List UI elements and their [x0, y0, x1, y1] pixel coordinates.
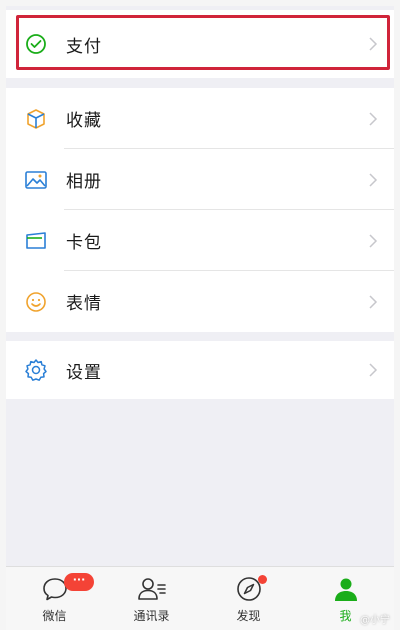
unread-badge: ··· — [64, 573, 94, 591]
card-wallet-icon — [24, 229, 48, 253]
bottom-tab-bar: ··· 微信 通讯录 发现 我 @小宁 — [6, 566, 394, 630]
contacts-icon — [137, 574, 167, 604]
menu-item-label: 表情 — [66, 294, 102, 314]
menu-item-album[interactable]: 相册 — [6, 149, 394, 210]
menu-item-stickers[interactable]: 表情 — [6, 271, 394, 332]
menu-item-label: 收藏 — [66, 111, 102, 131]
gear-icon — [24, 358, 48, 382]
tab-discover[interactable]: 发现 — [200, 567, 297, 630]
features-group: 收藏 相册 卡包 表情 — [6, 88, 394, 332]
chevron-right-icon — [369, 172, 378, 187]
person-icon — [331, 574, 361, 604]
menu-item-label: 相册 — [66, 172, 102, 192]
tab-label: 发现 — [236, 609, 261, 623]
tab-label: 通讯录 — [133, 609, 170, 623]
menu-item-label: 卡包 — [66, 233, 102, 253]
menu-item-favorites[interactable]: 收藏 — [6, 88, 394, 149]
picture-icon — [24, 168, 48, 192]
smiley-icon — [24, 290, 48, 314]
chevron-right-icon — [369, 363, 378, 377]
highlight-box — [16, 15, 390, 70]
chevron-right-icon — [369, 111, 378, 126]
menu-item-label: 设置 — [66, 362, 102, 383]
tab-chats[interactable]: ··· 微信 — [6, 567, 103, 630]
watermark: @小宁 — [360, 615, 390, 626]
tab-label: 我 — [339, 609, 352, 623]
tab-label: 微信 — [42, 609, 67, 623]
tab-contacts[interactable]: 通讯录 — [103, 567, 200, 630]
notification-dot — [258, 575, 267, 584]
me-screen: 支付 收藏 相册 卡包 表情 设置 ··· 微信 通讯录 发现 我 @小宁 — [6, 6, 394, 630]
chevron-right-icon — [369, 294, 378, 309]
cube-icon — [24, 107, 48, 131]
settings-group: 设置 — [6, 341, 394, 399]
chevron-right-icon — [369, 233, 378, 248]
menu-item-settings[interactable]: 设置 — [6, 341, 394, 399]
menu-item-cards[interactable]: 卡包 — [6, 210, 394, 271]
